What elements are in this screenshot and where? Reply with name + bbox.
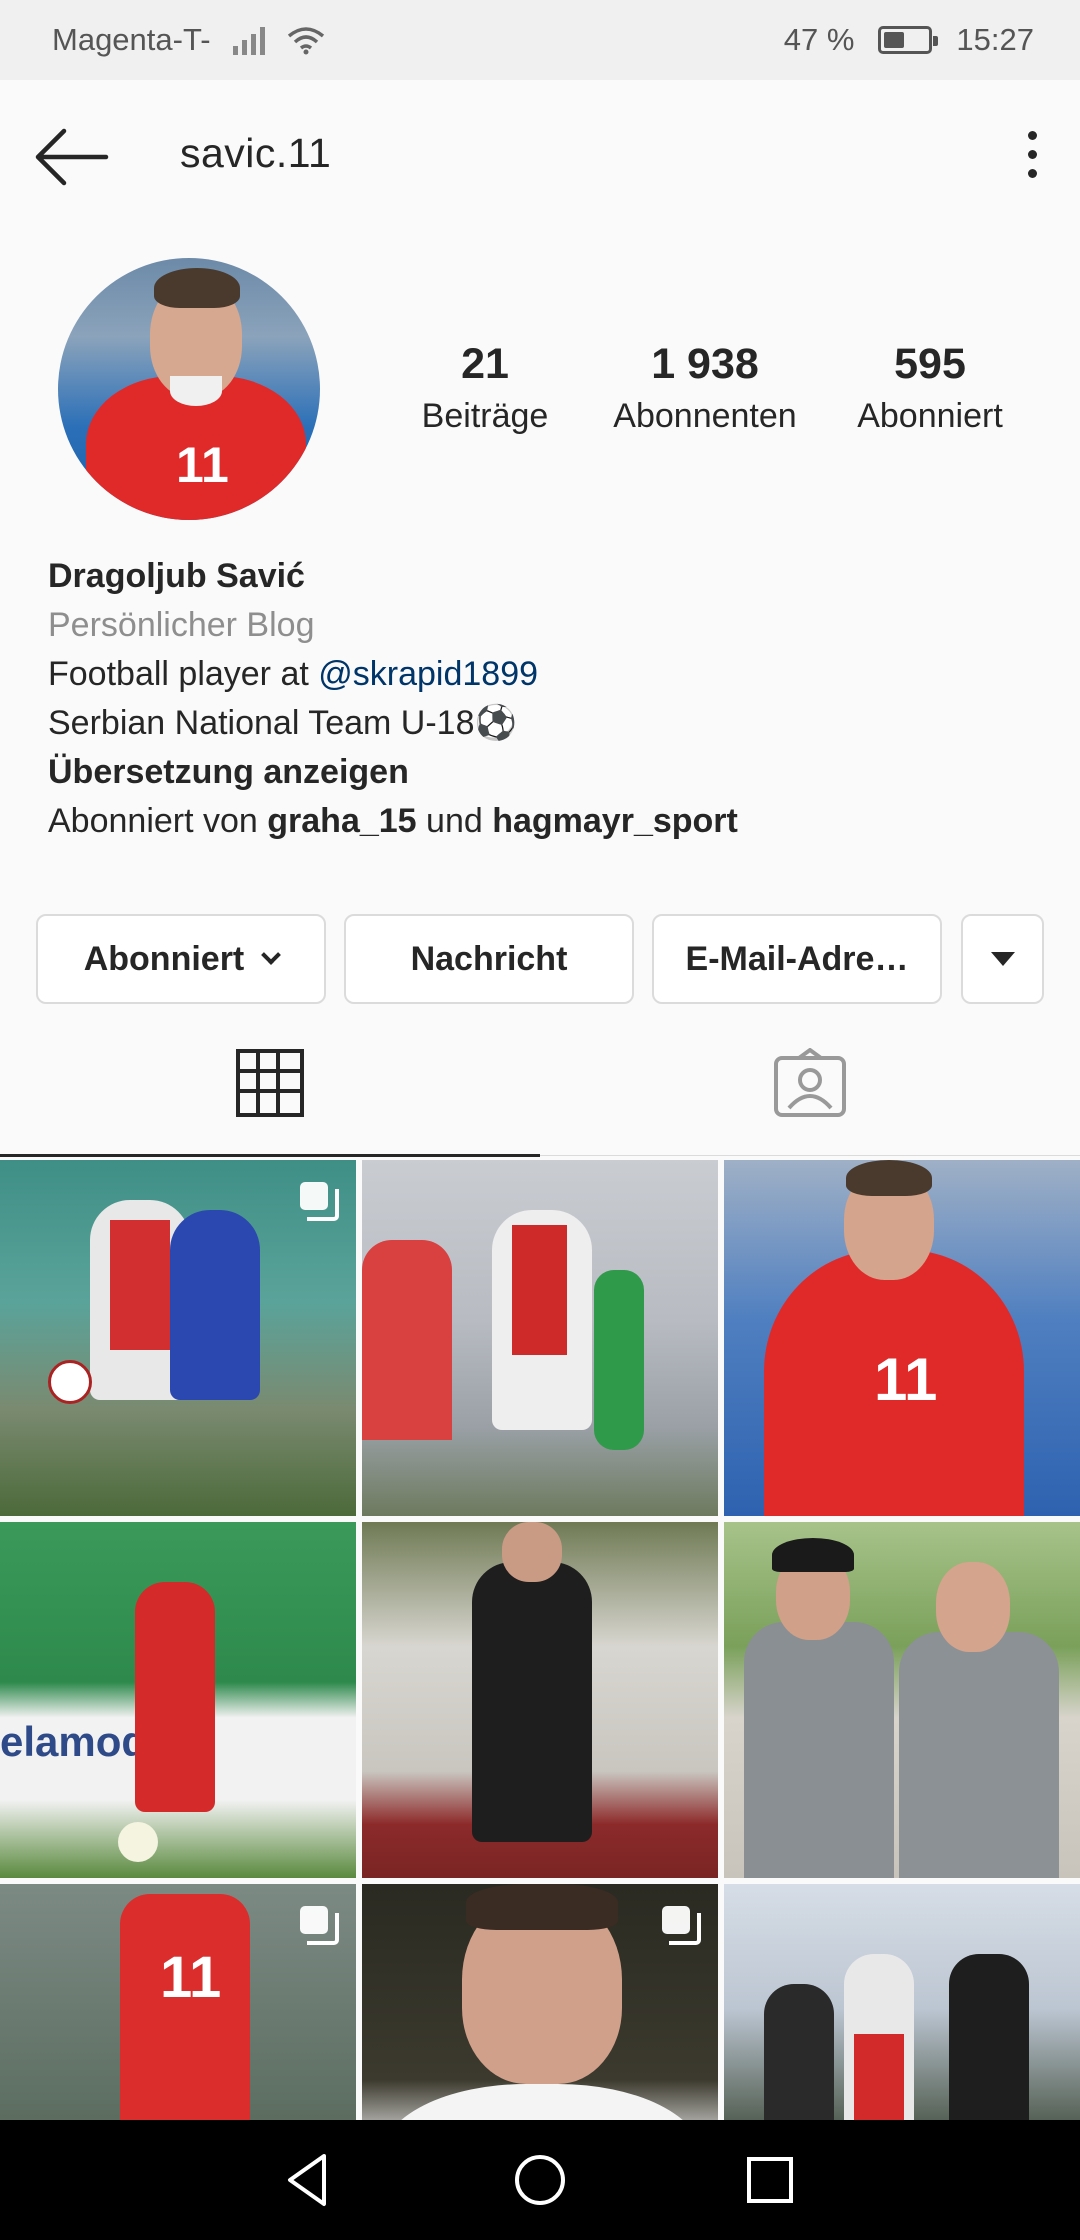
recents-square-icon[interactable] [738, 2148, 802, 2212]
post-thumbnail[interactable] [362, 1522, 718, 1878]
posts-label: Beiträge [421, 397, 549, 435]
page-title: savic.11 [180, 130, 332, 176]
battery-icon [878, 26, 939, 54]
following-value: 595 [894, 340, 966, 388]
post-thumbnail[interactable]: elamode [0, 1522, 356, 1878]
chevron-down-icon [261, 945, 282, 965]
post-thumbnail[interactable] [362, 1884, 718, 2120]
translate-link[interactable]: Übersetzung anzeigen [48, 748, 1048, 797]
bio-line-1: Football player at @skrapid1899 [48, 655, 539, 693]
battery-percent: 47 % [783, 22, 855, 57]
posts-value: 21 [461, 340, 509, 388]
following-count[interactable]: 595 Abonniert [845, 340, 1015, 436]
grid-icon [236, 1049, 304, 1117]
message-button[interactable]: Nachricht [344, 914, 634, 1004]
post-thumbnail[interactable] [0, 1160, 356, 1516]
status-bar: Magenta-T- 47 % 15:27 [0, 0, 1080, 80]
profile-header: savic.11 [0, 80, 1080, 230]
home-circle-icon[interactable] [508, 2148, 572, 2212]
post-thumbnail[interactable]: 11 [724, 1160, 1080, 1516]
profile-category: Persönlicher Blog [48, 606, 315, 644]
mention-link[interactable]: @skrapid1899 [318, 655, 538, 693]
avatar[interactable]: 11 [58, 258, 320, 520]
posts-count[interactable]: 21 Beiträge [405, 340, 565, 436]
followed-by-user[interactable]: graha_15 [267, 802, 416, 840]
bio-section: Dragoljub Savić Persönlicher Blog Footba… [48, 552, 1048, 846]
email-button[interactable]: E-Mail-Adre… [652, 914, 942, 1004]
multi-post-icon [300, 1182, 339, 1221]
profile-tabs [0, 1010, 1080, 1157]
system-navigation-bar [0, 2120, 1080, 2240]
tab-tagged[interactable] [540, 1010, 1080, 1156]
bio-line-2: Serbian National Team U-18⚽ [48, 704, 517, 742]
following-button[interactable]: Abonniert [36, 914, 326, 1004]
more-options-icon[interactable] [1012, 118, 1052, 190]
tagged-photos-icon [774, 1048, 846, 1117]
followers-label: Abonnenten [613, 397, 797, 435]
signal-icon [232, 25, 265, 55]
clock: 15:27 [956, 22, 1034, 57]
back-arrow-icon[interactable] [32, 122, 112, 192]
carrier-name: Magenta-T- [52, 22, 211, 57]
post-thumbnail[interactable] [362, 1160, 718, 1516]
multi-post-icon [662, 1906, 701, 1945]
full-name: Dragoljub Savić [48, 557, 305, 595]
followers-value: 1 938 [651, 340, 759, 388]
suggestions-dropdown-button[interactable] [961, 914, 1044, 1004]
following-label: Abonniert [857, 397, 1003, 435]
wifi-icon [287, 27, 324, 55]
triangle-down-icon [990, 952, 1015, 966]
back-triangle-icon[interactable] [278, 2148, 342, 2212]
post-thumbnail[interactable] [724, 1522, 1080, 1878]
photo-grid: 11 elamode 11 [0, 1160, 1080, 2120]
tab-grid[interactable] [0, 1010, 540, 1157]
multi-post-icon [300, 1906, 339, 1945]
followed-by[interactable]: Abonniert von graha_15 und hagmayr_sport [48, 797, 1048, 846]
followers-count[interactable]: 1 938 Abonnenten [595, 340, 815, 436]
post-thumbnail[interactable]: 11 [0, 1884, 356, 2120]
post-thumbnail[interactable] [724, 1884, 1080, 2120]
followed-by-user[interactable]: hagmayr_sport [492, 802, 738, 840]
